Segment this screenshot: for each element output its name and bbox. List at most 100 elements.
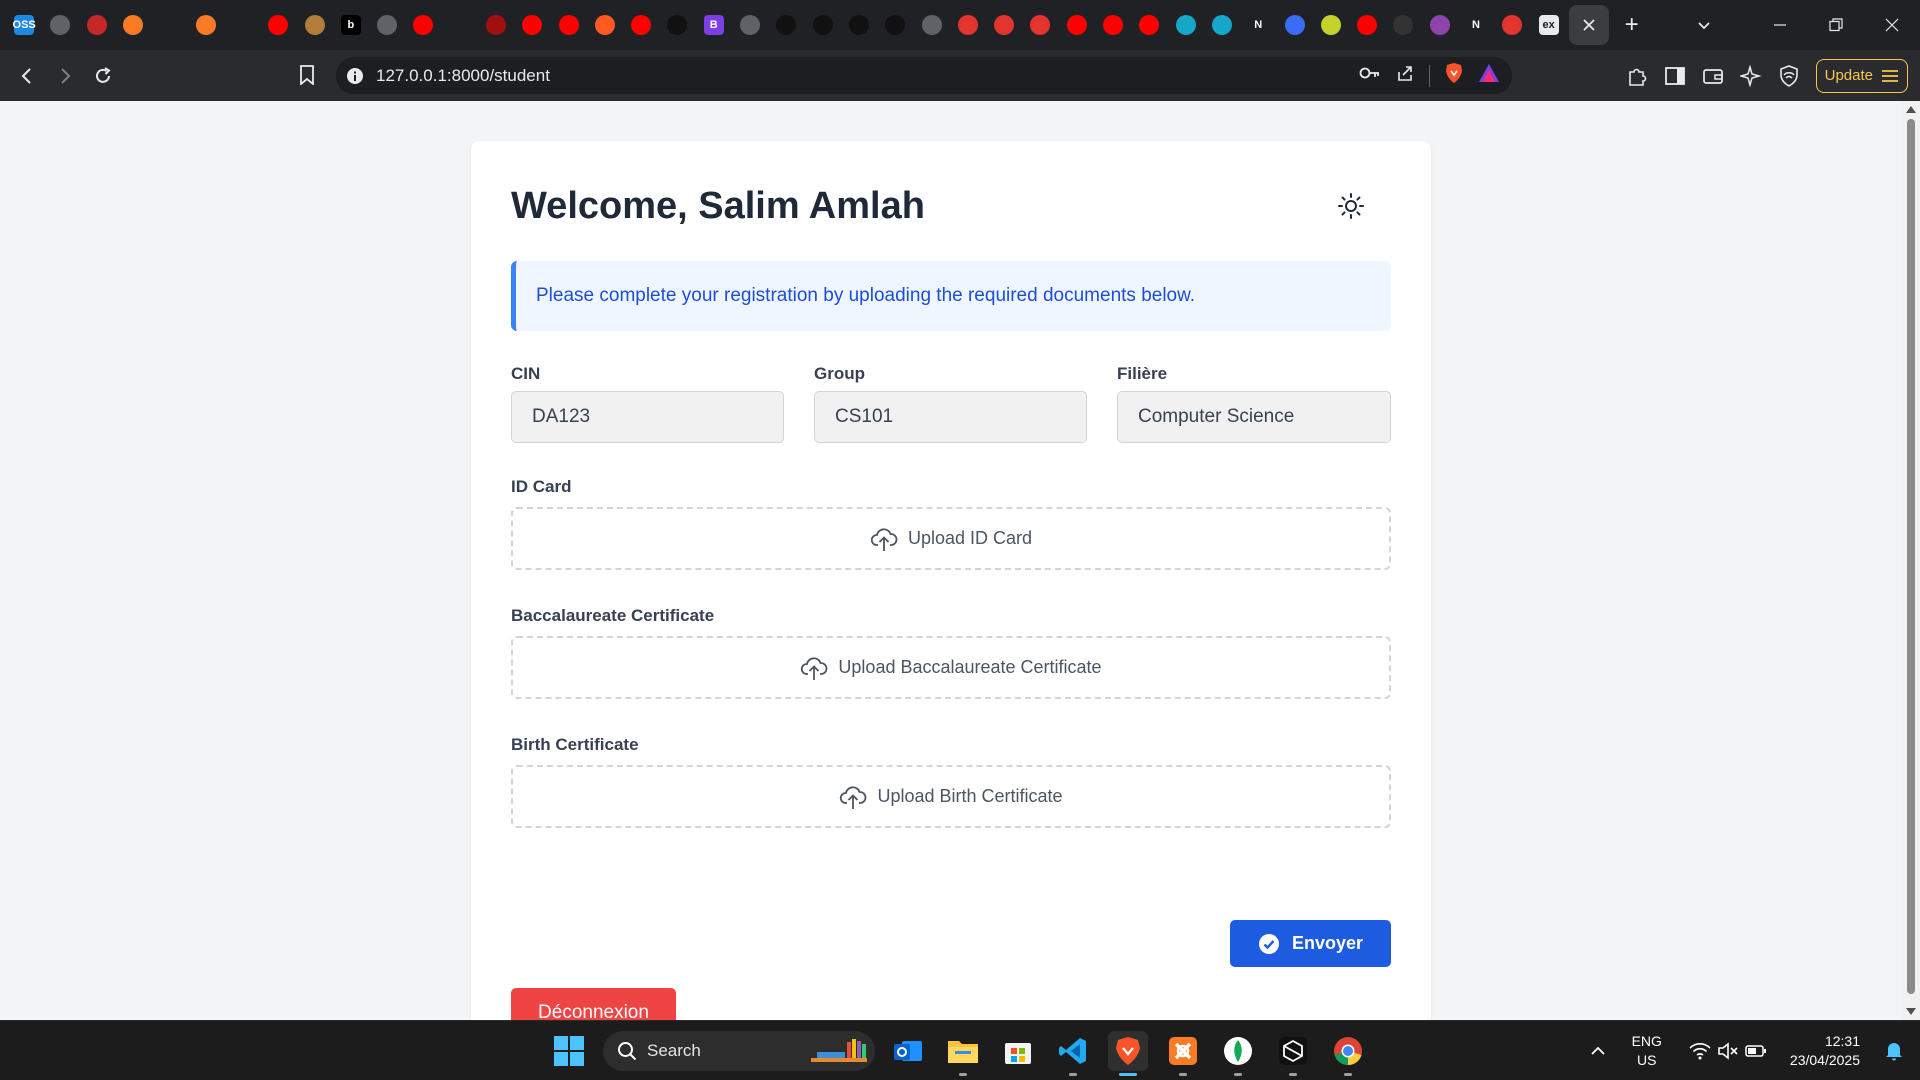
taskbar-vscode[interactable] bbox=[1053, 1031, 1093, 1076]
browser-tab[interactable] bbox=[115, 0, 151, 50]
address-bar[interactable]: 127.0.0.1:8000/student bbox=[336, 57, 1512, 94]
browser-tab[interactable]: N bbox=[1240, 0, 1276, 50]
browser-tab[interactable] bbox=[151, 0, 187, 50]
browser-tab[interactable] bbox=[224, 0, 260, 50]
vpn-button[interactable] bbox=[1774, 61, 1804, 91]
browser-tab[interactable] bbox=[1494, 0, 1530, 50]
browser-tab[interactable] bbox=[950, 0, 986, 50]
submit-button[interactable]: Envoyer bbox=[1230, 920, 1391, 967]
forward-button[interactable] bbox=[46, 57, 84, 95]
reload-button[interactable] bbox=[84, 57, 122, 95]
back-button[interactable] bbox=[8, 57, 46, 95]
browser-tab[interactable] bbox=[1131, 0, 1167, 50]
active-tab-close-button[interactable] bbox=[1568, 5, 1609, 45]
browser-tab[interactable]: b bbox=[333, 0, 369, 50]
browser-tab[interactable] bbox=[623, 0, 659, 50]
taskbar-microsoft-store[interactable] bbox=[998, 1031, 1038, 1071]
browser-tab[interactable] bbox=[587, 0, 623, 50]
browser-tab[interactable] bbox=[260, 0, 296, 50]
browser-tab[interactable] bbox=[442, 0, 478, 50]
browser-tab[interactable]: N bbox=[1458, 0, 1494, 50]
share-icon[interactable] bbox=[1395, 63, 1415, 88]
language-indicator[interactable]: ENG US bbox=[1632, 1032, 1662, 1070]
theme-toggle-button[interactable] bbox=[1334, 189, 1368, 223]
page-scrollbar[interactable] bbox=[1902, 101, 1920, 1020]
brave-shields-icon[interactable] bbox=[1444, 62, 1464, 89]
taskbar-brave[interactable] bbox=[1108, 1031, 1148, 1076]
browser-tab[interactable]: OSS bbox=[6, 0, 42, 50]
browser-tab[interactable] bbox=[841, 0, 877, 50]
volume-button[interactable] bbox=[1716, 1039, 1740, 1063]
key-icon[interactable] bbox=[1359, 66, 1381, 85]
scroll-down-icon[interactable] bbox=[1906, 1008, 1916, 1016]
browser-tab[interactable] bbox=[1385, 0, 1421, 50]
clock[interactable]: 12:31 23/04/2025 bbox=[1790, 1032, 1860, 1070]
site-info-icon[interactable] bbox=[346, 67, 364, 85]
tab-favicon-icon bbox=[1030, 15, 1051, 35]
browser-tab[interactable]: B bbox=[696, 0, 732, 50]
browser-tab[interactable] bbox=[659, 0, 695, 50]
scrollbar-thumb[interactable] bbox=[1907, 119, 1915, 994]
restore-button[interactable] bbox=[1808, 0, 1864, 50]
browser-tab[interactable] bbox=[1168, 0, 1204, 50]
browser-tab[interactable] bbox=[79, 0, 115, 50]
group-input[interactable] bbox=[814, 391, 1087, 443]
upload-bac-certificate-button[interactable]: Upload Baccalaureate Certificate bbox=[511, 636, 1391, 699]
browser-tab[interactable] bbox=[478, 0, 514, 50]
browser-tab[interactable] bbox=[986, 0, 1022, 50]
leo-ai-button[interactable] bbox=[1736, 61, 1766, 91]
taskbar-cursor[interactable] bbox=[1273, 1031, 1313, 1076]
url-text[interactable]: 127.0.0.1:8000/student bbox=[376, 66, 550, 86]
filiere-input[interactable] bbox=[1117, 391, 1391, 443]
browser-tab[interactable] bbox=[550, 0, 586, 50]
update-button[interactable]: Update bbox=[1815, 58, 1908, 93]
show-hidden-icons-button[interactable] bbox=[1586, 1039, 1610, 1063]
browser-tab[interactable] bbox=[768, 0, 804, 50]
taskbar-search[interactable]: Search bbox=[603, 1031, 875, 1071]
browser-tab[interactable]: ex bbox=[1530, 0, 1566, 50]
browser-tab[interactable] bbox=[1204, 0, 1240, 50]
browser-tab[interactable] bbox=[1059, 0, 1095, 50]
wifi-button[interactable] bbox=[1688, 1039, 1712, 1063]
browser-tab[interactable] bbox=[1022, 0, 1058, 50]
browser-tab[interactable] bbox=[913, 0, 949, 50]
tab-favicon-icon bbox=[957, 15, 978, 35]
taskbar-chrome[interactable] bbox=[1328, 1031, 1368, 1076]
taskbar-file-explorer[interactable] bbox=[943, 1031, 983, 1076]
browser-tab[interactable] bbox=[296, 0, 332, 50]
browser-tab[interactable] bbox=[1422, 0, 1458, 50]
browser-tab[interactable] bbox=[732, 0, 768, 50]
brave-rewards-icon[interactable] bbox=[1478, 63, 1500, 88]
browser-tab[interactable] bbox=[1276, 0, 1312, 50]
browser-tab[interactable] bbox=[877, 0, 913, 50]
upload-birth-certificate-button[interactable]: Upload Birth Certificate bbox=[511, 765, 1391, 828]
minimize-button[interactable] bbox=[1752, 0, 1808, 50]
logout-button[interactable]: Déconnexion bbox=[511, 988, 676, 1020]
taskbar-outlook[interactable] bbox=[888, 1031, 928, 1071]
new-tab-button[interactable]: + bbox=[1609, 0, 1655, 50]
sidebar-button[interactable] bbox=[1660, 61, 1690, 91]
taskbar-mongodb-compass[interactable] bbox=[1218, 1031, 1258, 1076]
browser-tab[interactable] bbox=[514, 0, 550, 50]
battery-button[interactable] bbox=[1744, 1039, 1768, 1063]
browser-tab[interactable] bbox=[369, 0, 405, 50]
wallet-button[interactable] bbox=[1698, 61, 1728, 91]
scroll-up-icon[interactable] bbox=[1906, 105, 1916, 113]
notifications-button[interactable] bbox=[1882, 1039, 1906, 1063]
cin-input[interactable] bbox=[511, 391, 784, 443]
browser-tab[interactable] bbox=[405, 0, 441, 50]
tab-search-button[interactable] bbox=[1676, 0, 1732, 50]
browser-tab[interactable] bbox=[1349, 0, 1385, 50]
browser-tab[interactable] bbox=[1095, 0, 1131, 50]
taskbar-xampp[interactable] bbox=[1163, 1031, 1203, 1076]
extensions-button[interactable] bbox=[1622, 61, 1652, 91]
clock-date: 23/04/2025 bbox=[1789, 1052, 1860, 1068]
close-window-button[interactable] bbox=[1864, 0, 1920, 50]
start-button[interactable] bbox=[553, 1035, 585, 1067]
bookmark-button[interactable] bbox=[288, 56, 326, 94]
browser-tab[interactable] bbox=[1313, 0, 1349, 50]
upload-id-card-button[interactable]: Upload ID Card bbox=[511, 507, 1391, 570]
browser-tab[interactable] bbox=[805, 0, 841, 50]
browser-tab[interactable] bbox=[42, 0, 78, 50]
browser-tab[interactable] bbox=[187, 0, 223, 50]
